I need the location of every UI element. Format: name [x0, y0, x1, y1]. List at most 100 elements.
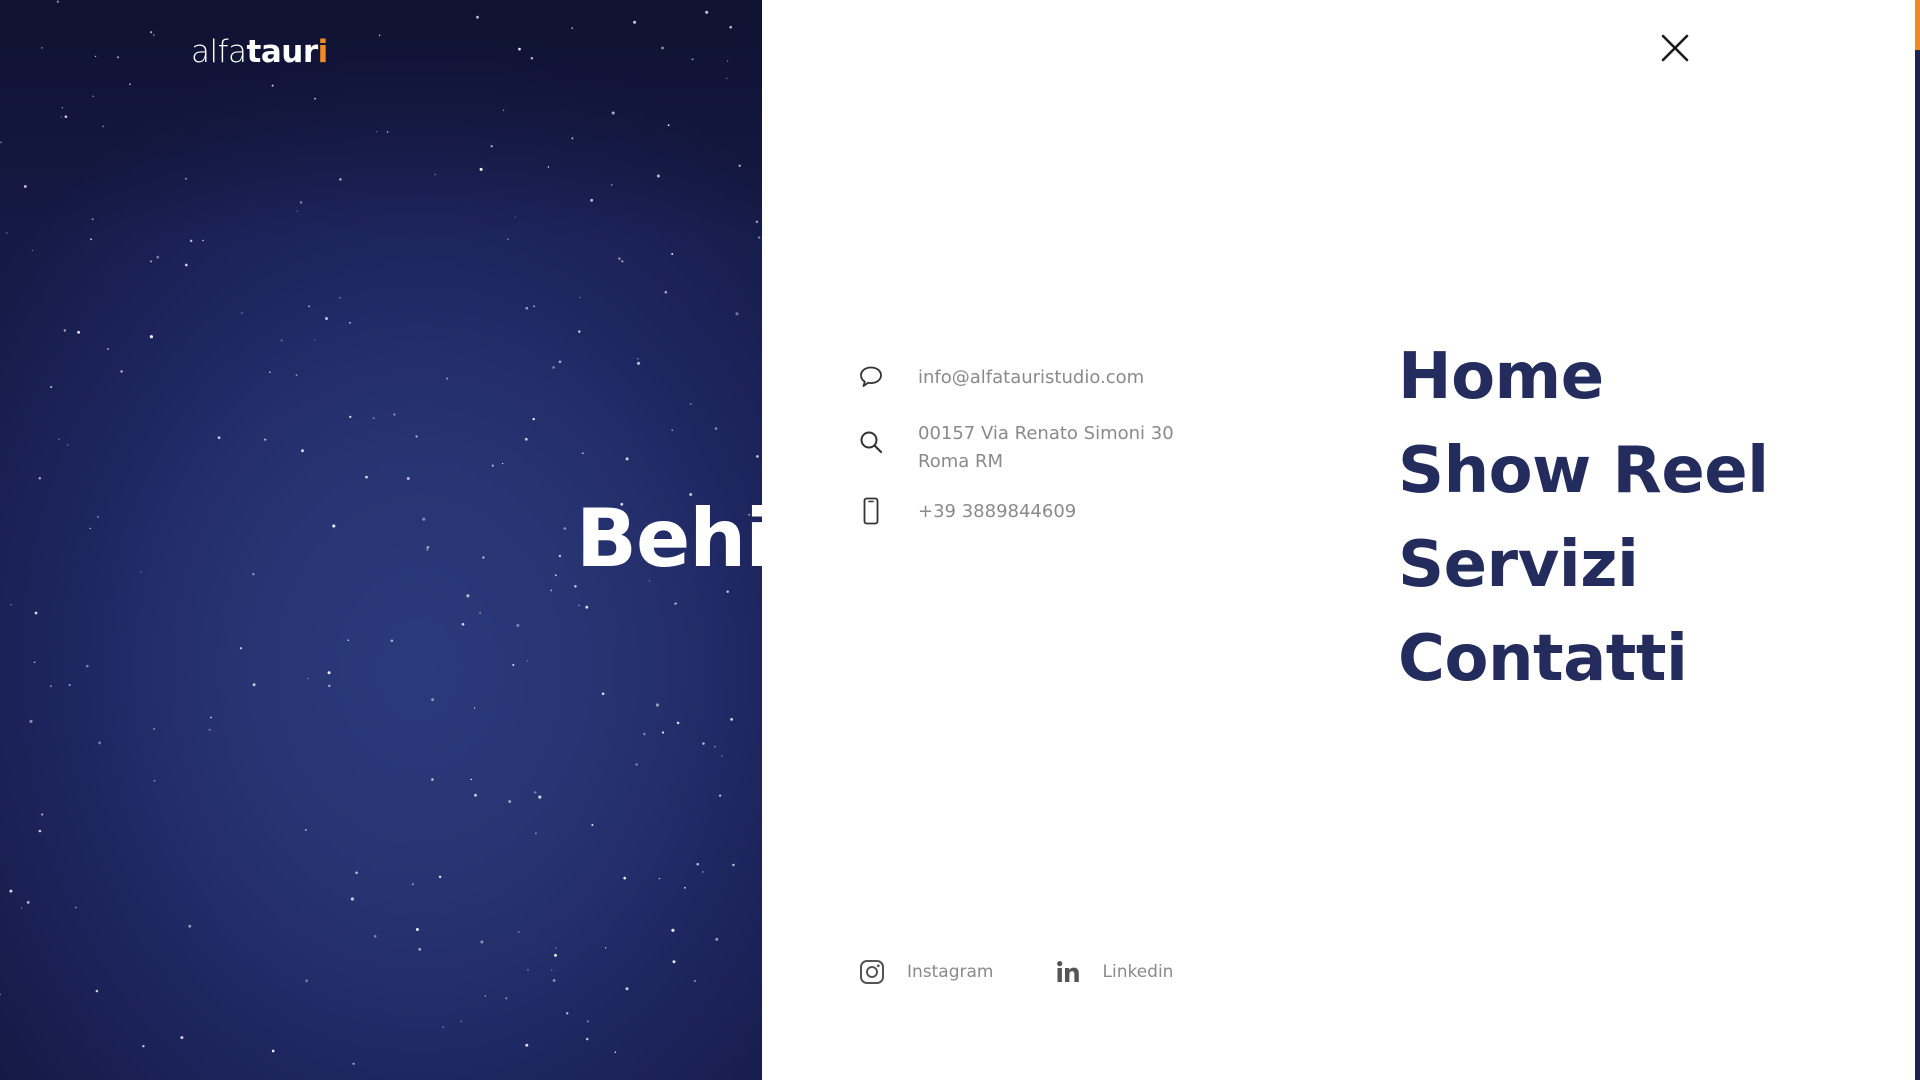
star	[91, 218, 94, 221]
contact-phone[interactable]: +39 3889844609	[918, 498, 1076, 526]
site-logo[interactable]: alfatauri	[191, 34, 328, 70]
star	[671, 253, 674, 255]
star	[339, 296, 341, 299]
star	[210, 716, 212, 719]
page-scrollbar[interactable]	[1915, 0, 1920, 1080]
star	[23, 185, 27, 188]
star	[68, 684, 71, 686]
star	[153, 728, 155, 730]
star	[479, 167, 483, 171]
star	[671, 928, 675, 932]
scrollbar-thumb[interactable]	[1915, 0, 1920, 50]
star	[142, 1045, 145, 1048]
star	[64, 115, 68, 119]
star	[566, 1012, 569, 1015]
star	[726, 590, 729, 593]
star	[415, 927, 419, 932]
star	[554, 574, 557, 577]
search-icon	[858, 429, 884, 455]
star	[149, 335, 153, 339]
star	[6, 232, 8, 234]
star	[95, 989, 99, 993]
star	[532, 417, 535, 421]
star	[77, 330, 81, 334]
star	[95, 55, 97, 58]
star	[349, 321, 351, 324]
star	[571, 27, 574, 29]
star	[479, 611, 482, 614]
star	[156, 255, 160, 259]
star	[547, 166, 550, 168]
star	[372, 417, 375, 419]
star	[578, 330, 581, 333]
star	[264, 438, 267, 441]
star	[102, 125, 105, 128]
star	[715, 937, 719, 941]
star	[56, 0, 60, 3]
nav-item-home[interactable]: Home	[1398, 330, 1769, 424]
hero-section: alfatauri Behin	[0, 0, 762, 1080]
star	[188, 924, 192, 928]
star	[153, 779, 156, 782]
star	[85, 664, 89, 668]
star	[661, 46, 664, 50]
star	[442, 1026, 445, 1029]
star	[140, 571, 142, 573]
star	[61, 107, 64, 109]
star	[184, 263, 188, 267]
star	[269, 371, 271, 374]
star	[120, 370, 123, 373]
star	[591, 823, 594, 827]
instagram-link[interactable]: Instagram	[858, 958, 994, 986]
star	[393, 413, 396, 416]
star	[693, 980, 696, 982]
star	[664, 290, 668, 294]
star	[555, 947, 557, 949]
star	[406, 477, 410, 480]
star	[480, 940, 484, 944]
star	[633, 20, 637, 24]
star	[90, 238, 93, 241]
star	[558, 554, 562, 558]
star	[601, 692, 605, 696]
star	[552, 365, 556, 369]
star	[506, 238, 509, 241]
star	[505, 997, 508, 1000]
star	[535, 832, 537, 835]
star	[552, 979, 556, 982]
nav-item-contatti[interactable]: Contatti	[1398, 612, 1769, 706]
star	[611, 111, 615, 115]
smartphone-icon	[858, 497, 884, 525]
star	[149, 260, 152, 263]
star	[446, 377, 449, 380]
star	[299, 201, 303, 204]
star	[571, 137, 574, 140]
star	[431, 698, 435, 702]
star	[327, 671, 331, 675]
star	[482, 556, 485, 559]
star	[308, 305, 311, 308]
star	[585, 1037, 589, 1041]
star	[129, 83, 131, 86]
star	[574, 585, 577, 588]
nav-item-show-reel[interactable]: Show Reel	[1398, 424, 1769, 518]
contact-email[interactable]: info@alfatauristudio.com	[918, 364, 1144, 392]
star	[502, 109, 505, 112]
star	[49, 685, 52, 688]
linkedin-link[interactable]: Linkedin	[1054, 958, 1173, 986]
star	[538, 795, 542, 799]
star	[755, 220, 759, 224]
star	[239, 647, 243, 650]
star	[656, 174, 660, 178]
contact-email-row[interactable]: info@alfatauristudio.com	[858, 364, 1144, 392]
star	[490, 145, 493, 148]
instagram-icon	[858, 958, 886, 986]
contact-phone-row[interactable]: +39 3889844609	[858, 497, 1076, 526]
nav-item-servizi[interactable]: Servizi	[1398, 518, 1769, 612]
star	[74, 906, 77, 909]
star	[625, 987, 629, 991]
star	[636, 361, 641, 365]
close-menu-button[interactable]	[1657, 30, 1693, 66]
star	[590, 198, 594, 202]
star	[676, 721, 680, 725]
